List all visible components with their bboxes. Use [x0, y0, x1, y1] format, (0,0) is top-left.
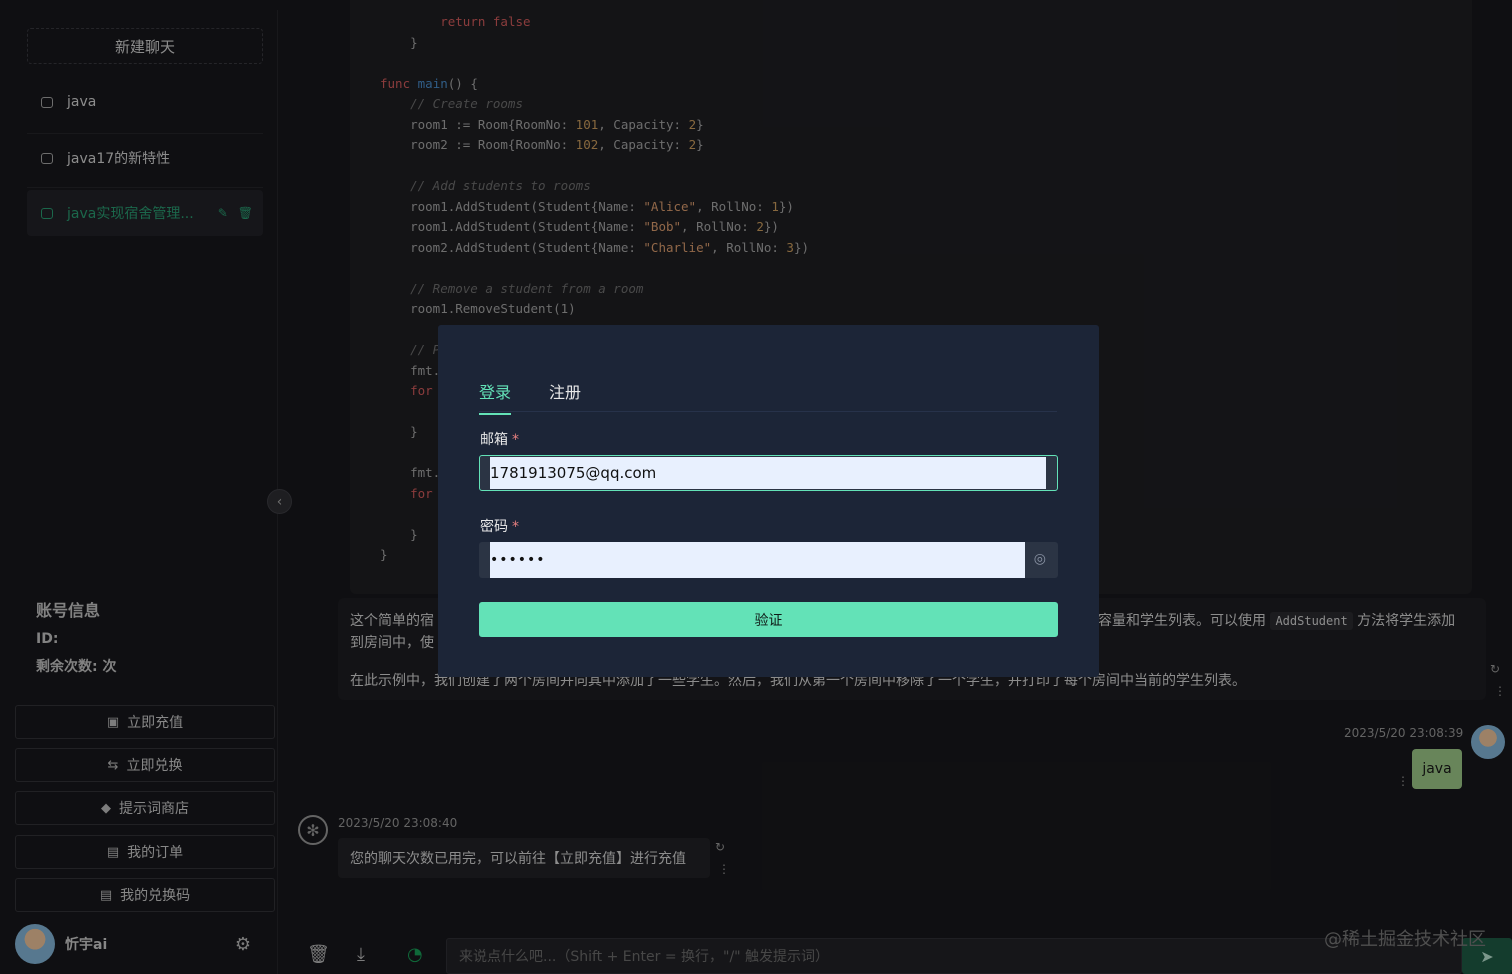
password-label-text: 密码: [480, 519, 508, 535]
login-modal: 登录 注册 邮箱 * 1781913075@qq.com 密码 * •••••• ◎…: [438, 325, 1099, 677]
email-input[interactable]: 1781913075@qq.com: [490, 457, 1046, 489]
password-field[interactable]: •••••• ◎: [479, 542, 1058, 578]
verify-button[interactable]: 验证: [479, 602, 1058, 637]
tab-register[interactable]: 注册: [549, 379, 581, 415]
tab-login[interactable]: 登录: [479, 379, 512, 415]
auth-tabs: 登录 注册: [479, 379, 581, 415]
email-field[interactable]: 1781913075@qq.com: [479, 455, 1058, 491]
password-input[interactable]: ••••••: [490, 542, 1025, 578]
eye-off-icon[interactable]: ◎: [1034, 551, 1046, 567]
email-label-text: 邮箱: [480, 432, 508, 448]
email-label: 邮箱 *: [480, 429, 519, 449]
required-mark: *: [512, 432, 519, 448]
password-label: 密码 *: [480, 516, 519, 536]
required-mark: *: [512, 519, 519, 535]
tabs-divider: [479, 411, 1057, 412]
